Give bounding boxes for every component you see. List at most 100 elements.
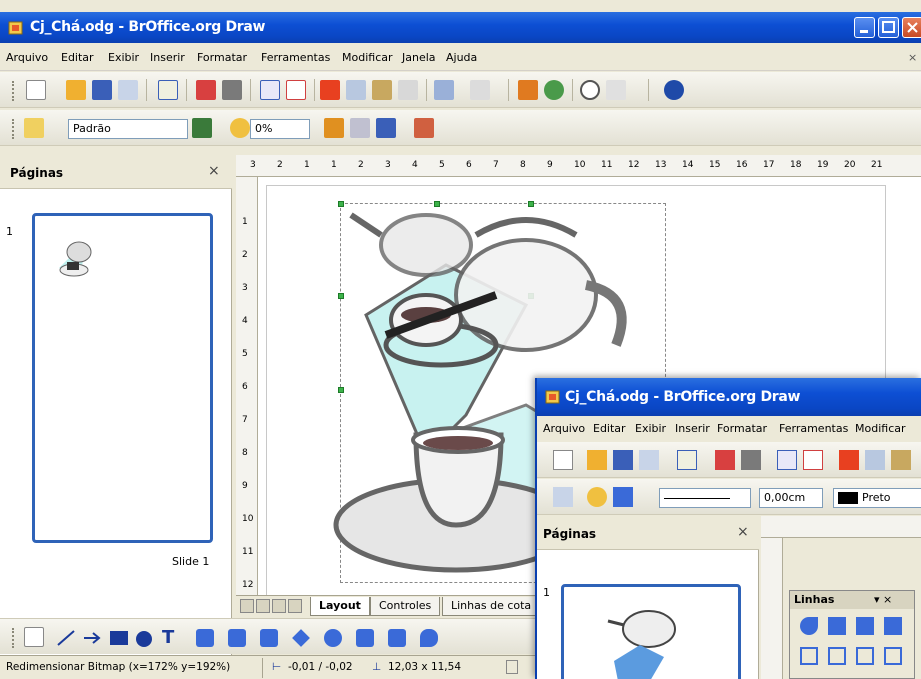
text-tool-icon[interactable]: T <box>162 627 174 648</box>
transparency-icon[interactable] <box>230 118 250 138</box>
close-panel-icon[interactable]: × <box>208 163 220 179</box>
connector-icon[interactable] <box>228 629 246 647</box>
menu-modificar[interactable]: Modificar <box>855 422 906 435</box>
menu-editar[interactable]: Editar <box>593 422 626 435</box>
vertical-ruler[interactable]: 1 2 3 4 5 6 7 8 9 10 11 12 <box>236 177 258 595</box>
maximize-button[interactable] <box>878 17 899 38</box>
menu-formatar[interactable]: Formatar <box>197 51 247 64</box>
copy-icon[interactable] <box>865 450 885 470</box>
curve-icon[interactable] <box>196 629 214 647</box>
curve-filled-icon[interactable] <box>828 617 846 635</box>
tab-controls[interactable]: Controles <box>370 597 441 616</box>
zoom-icon[interactable] <box>606 80 626 100</box>
line-width-field[interactable]: 0,00cm <box>759 488 823 508</box>
menu-ferramentas[interactable]: Ferramentas <box>779 422 848 435</box>
print-icon[interactable] <box>222 80 242 100</box>
new-icon[interactable] <box>26 80 46 100</box>
freeform-line-icon[interactable] <box>800 647 818 665</box>
email-icon[interactable] <box>639 450 659 470</box>
save-icon[interactable] <box>92 80 112 100</box>
line-icon[interactable] <box>350 118 370 138</box>
line-icon[interactable] <box>587 487 607 507</box>
polygon-45-line-icon[interactable] <box>884 647 902 665</box>
second-horizontal-ruler[interactable] <box>761 516 921 538</box>
block-arrows-icon[interactable] <box>356 629 374 647</box>
menu-close-doc-icon[interactable]: × <box>908 51 917 64</box>
first-tab-icon[interactable] <box>240 599 254 613</box>
callouts-icon[interactable] <box>420 629 438 647</box>
tab-dimension-lines[interactable]: Linhas de cota <box>442 597 541 616</box>
toolbar-grip-3[interactable] <box>12 628 16 648</box>
basic-shapes-icon[interactable] <box>292 629 310 647</box>
curve-line-icon[interactable] <box>828 647 846 665</box>
cut-icon[interactable] <box>839 450 859 470</box>
lines-toolbar-controls[interactable]: ▾ × <box>874 593 892 606</box>
help-icon[interactable] <box>664 80 684 100</box>
open-icon[interactable] <box>66 80 86 100</box>
flowchart-icon[interactable] <box>388 629 406 647</box>
menu-inserir[interactable]: Inserir <box>150 51 185 64</box>
spellcheck-icon[interactable] <box>260 80 280 100</box>
select-icon[interactable] <box>24 627 44 647</box>
styles-icon[interactable] <box>24 118 44 138</box>
menu-modificar[interactable]: Modificar <box>342 51 393 64</box>
prev-tab-icon[interactable] <box>256 599 270 613</box>
open-icon[interactable] <box>587 450 607 470</box>
slide-thumbnail[interactable] <box>561 584 741 679</box>
menu-arquivo[interactable]: Arquivo <box>543 422 585 435</box>
undo-icon[interactable] <box>434 80 454 100</box>
line-color-select[interactable]: Preto <box>833 488 921 508</box>
edit-file-icon[interactable] <box>158 80 178 100</box>
next-tab-icon[interactable] <box>272 599 286 613</box>
arrow-style-icon[interactable] <box>376 118 396 138</box>
freeform-filled-icon[interactable] <box>800 617 818 635</box>
area-icon[interactable] <box>192 118 212 138</box>
rectangle-icon[interactable] <box>110 631 128 645</box>
export-pdf-icon[interactable] <box>196 80 216 100</box>
tab-layout[interactable]: Layout <box>310 597 370 616</box>
transparency-field[interactable]: 0% <box>250 119 310 139</box>
arrow-line-icon[interactable] <box>82 629 102 647</box>
close-panel-icon[interactable]: × <box>737 524 749 540</box>
save-icon[interactable] <box>613 450 633 470</box>
autospell-icon[interactable] <box>286 80 306 100</box>
minimize-button[interactable] <box>854 17 875 38</box>
menu-arquivo[interactable]: Arquivo <box>6 51 48 64</box>
toolbar-grip[interactable] <box>12 81 16 101</box>
symbol-shapes-icon[interactable] <box>324 629 342 647</box>
close-window-button[interactable] <box>902 17 921 38</box>
cut-icon[interactable] <box>320 80 340 100</box>
polygon-line-icon[interactable] <box>856 647 874 665</box>
autospell-icon[interactable] <box>803 450 823 470</box>
shadow-icon[interactable] <box>324 118 344 138</box>
new-icon[interactable] <box>553 450 573 470</box>
polygon-filled-icon[interactable] <box>856 617 874 635</box>
email-icon[interactable] <box>118 80 138 100</box>
menu-exibir[interactable]: Exibir <box>635 422 666 435</box>
print-icon[interactable] <box>741 450 761 470</box>
line-style-icon[interactable] <box>553 487 573 507</box>
copy-icon[interactable] <box>346 80 366 100</box>
paste-icon[interactable] <box>372 80 392 100</box>
edit-file-icon[interactable] <box>677 450 697 470</box>
menu-formatar[interactable]: Formatar <box>717 422 767 435</box>
slide-thumbnail[interactable] <box>32 213 213 543</box>
crop-icon[interactable] <box>414 118 434 138</box>
line-tool-icon[interactable] <box>56 629 76 647</box>
menu-janela[interactable]: Janela <box>402 51 436 64</box>
lines-toolbar-header[interactable]: Linhas ▾ × <box>790 591 914 609</box>
style-select[interactable]: Padrão <box>68 119 188 139</box>
redo-icon[interactable] <box>470 80 490 100</box>
toolbar-grip-2[interactable] <box>12 119 16 139</box>
menu-ferramentas[interactable]: Ferramentas <box>261 51 330 64</box>
show-draw-functions-icon[interactable] <box>580 80 600 100</box>
arrow-style-icon[interactable] <box>613 487 633 507</box>
second-vertical-ruler[interactable] <box>761 538 783 679</box>
lines-arrows-icon[interactable] <box>260 629 278 647</box>
menu-ajuda[interactable]: Ajuda <box>446 51 477 64</box>
paste-icon[interactable] <box>891 450 911 470</box>
line-style-select[interactable] <box>659 488 751 508</box>
horizontal-ruler[interactable]: 3 2 1 1 2 3 4 5 6 7 8 9 10 11 12 13 14 15 16 17 18 19 20 21 <box>236 155 921 177</box>
ellipse-icon[interactable] <box>136 631 152 647</box>
clone-format-icon[interactable] <box>398 80 418 100</box>
